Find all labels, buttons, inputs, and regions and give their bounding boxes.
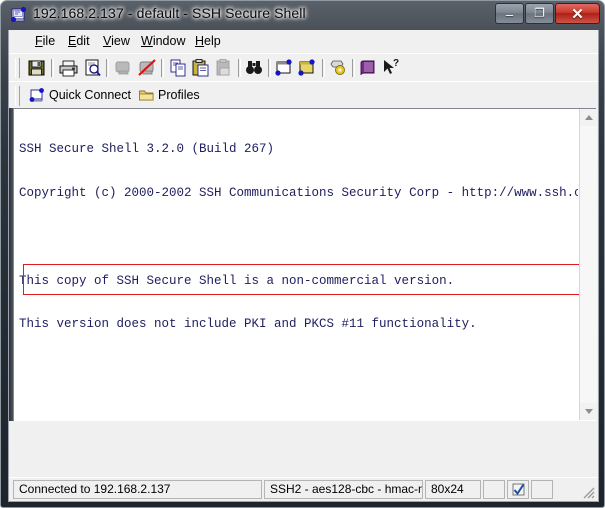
paste-icon[interactable] (190, 57, 213, 79)
quickbar-grip[interactable] (15, 86, 20, 106)
terminal-line: Copyright (c) 2000-2002 SSH Communicatio… (19, 186, 578, 201)
terminal-line: This version does not include PKI and PK… (19, 317, 477, 332)
new-file-transfer-icon[interactable] (296, 57, 319, 79)
resize-grip-icon[interactable] (581, 485, 595, 499)
window-title: 192.168.2.137 - default - SSH Secure She… (33, 5, 306, 21)
toolbar-separator (161, 59, 164, 77)
find-icon[interactable] (243, 57, 266, 79)
status-panel-empty-2 (531, 480, 553, 499)
ssh-secure-shell-window: 192.168.2.137 - default - SSH Secure She… (0, 0, 605, 508)
terminal-frame: SSH Secure Shell 3.2.0 (Build 267) Copyr… (13, 108, 596, 421)
connect-icon[interactable] (112, 57, 135, 79)
toolbar-separator (106, 59, 109, 77)
toolbar-separator (322, 59, 325, 77)
settings-window-icon[interactable] (273, 57, 296, 79)
clipboard-icon[interactable] (213, 57, 236, 79)
context-help-icon[interactable]: ? (380, 57, 403, 79)
terminal-scrollbar[interactable] (579, 109, 597, 420)
client-area: File Edit View Window Help ? Quick Conne… (8, 30, 599, 502)
toolbar-grip[interactable] (15, 58, 20, 78)
quick-connect-label: Quick Connect (49, 88, 131, 102)
menu-view[interactable]: View (99, 33, 134, 49)
menu-bar: File Edit View Window Help (9, 30, 598, 53)
scroll-up-button[interactable] (580, 109, 597, 126)
chevron-down-icon (585, 409, 593, 414)
terminal-line-text: Copyright (c) 2000-2002 SSH Communicatio… (19, 185, 578, 200)
quick-connect-icon (29, 87, 46, 104)
close-icon: ✕ (571, 6, 584, 23)
quick-connect-button[interactable]: Quick Connect (29, 85, 131, 106)
toolbar-separator (268, 59, 271, 77)
scrollbar-track[interactable] (580, 126, 597, 403)
profiles-button[interactable]: Profiles (138, 85, 200, 106)
terminal-line: SSH Secure Shell 3.2.0 (Build 267) (19, 142, 275, 157)
toolbar-separator (238, 59, 241, 77)
menu-file[interactable]: File (31, 33, 59, 49)
toolbar-separator (51, 59, 54, 77)
status-bar: Connected to 192.168.2.137 SSH2 - aes128… (9, 477, 598, 501)
status-connection: Connected to 192.168.2.137 (13, 480, 262, 499)
status-terminal-size: 80x24 (425, 480, 481, 499)
quick-connect-bar: Quick Connect Profiles (9, 81, 598, 109)
global-settings-icon[interactable] (327, 57, 350, 79)
disconnect-icon[interactable] (136, 57, 159, 79)
menu-window[interactable]: Window (137, 33, 189, 49)
terminal-line: This copy of SSH Secure Shell is a non-c… (19, 273, 455, 288)
scroll-down-button[interactable] (580, 403, 597, 420)
print-preview-icon[interactable] (81, 57, 104, 79)
print-icon[interactable] (57, 57, 80, 79)
help-book-icon[interactable] (357, 57, 380, 79)
terminal-output[interactable]: SSH Secure Shell 3.2.0 (Build 267) Copyr… (14, 109, 578, 420)
chevron-up-icon (585, 115, 593, 120)
copy-icon[interactable] (167, 57, 190, 79)
status-panel-empty-1 (483, 480, 505, 499)
title-bar[interactable]: 192.168.2.137 - default - SSH Secure She… (1, 1, 605, 30)
menu-help[interactable]: Help (191, 33, 225, 49)
status-panel-grip (555, 480, 579, 499)
menu-edit[interactable]: Edit (64, 33, 94, 49)
minimize-icon: – (505, 7, 514, 22)
svg-text:?: ? (393, 58, 399, 69)
close-button[interactable]: ✕ (555, 3, 600, 24)
toolbar: ? (9, 53, 598, 82)
save-icon[interactable] (25, 57, 48, 79)
ssh-terminal-icon (10, 6, 28, 24)
maximize-button[interactable]: ❐ (525, 3, 554, 24)
lower-filler (9, 421, 598, 479)
minimize-button[interactable]: – (495, 3, 524, 24)
status-encryption-indicator (507, 480, 529, 499)
encrypted-check-icon (512, 483, 525, 496)
status-cipher: SSH2 - aes128-cbc - hmac-md5 (264, 480, 423, 499)
toolbar-separator (352, 59, 355, 77)
maximize-icon: ❐ (534, 6, 545, 20)
profiles-label: Profiles (158, 88, 200, 102)
folder-icon (138, 87, 155, 104)
